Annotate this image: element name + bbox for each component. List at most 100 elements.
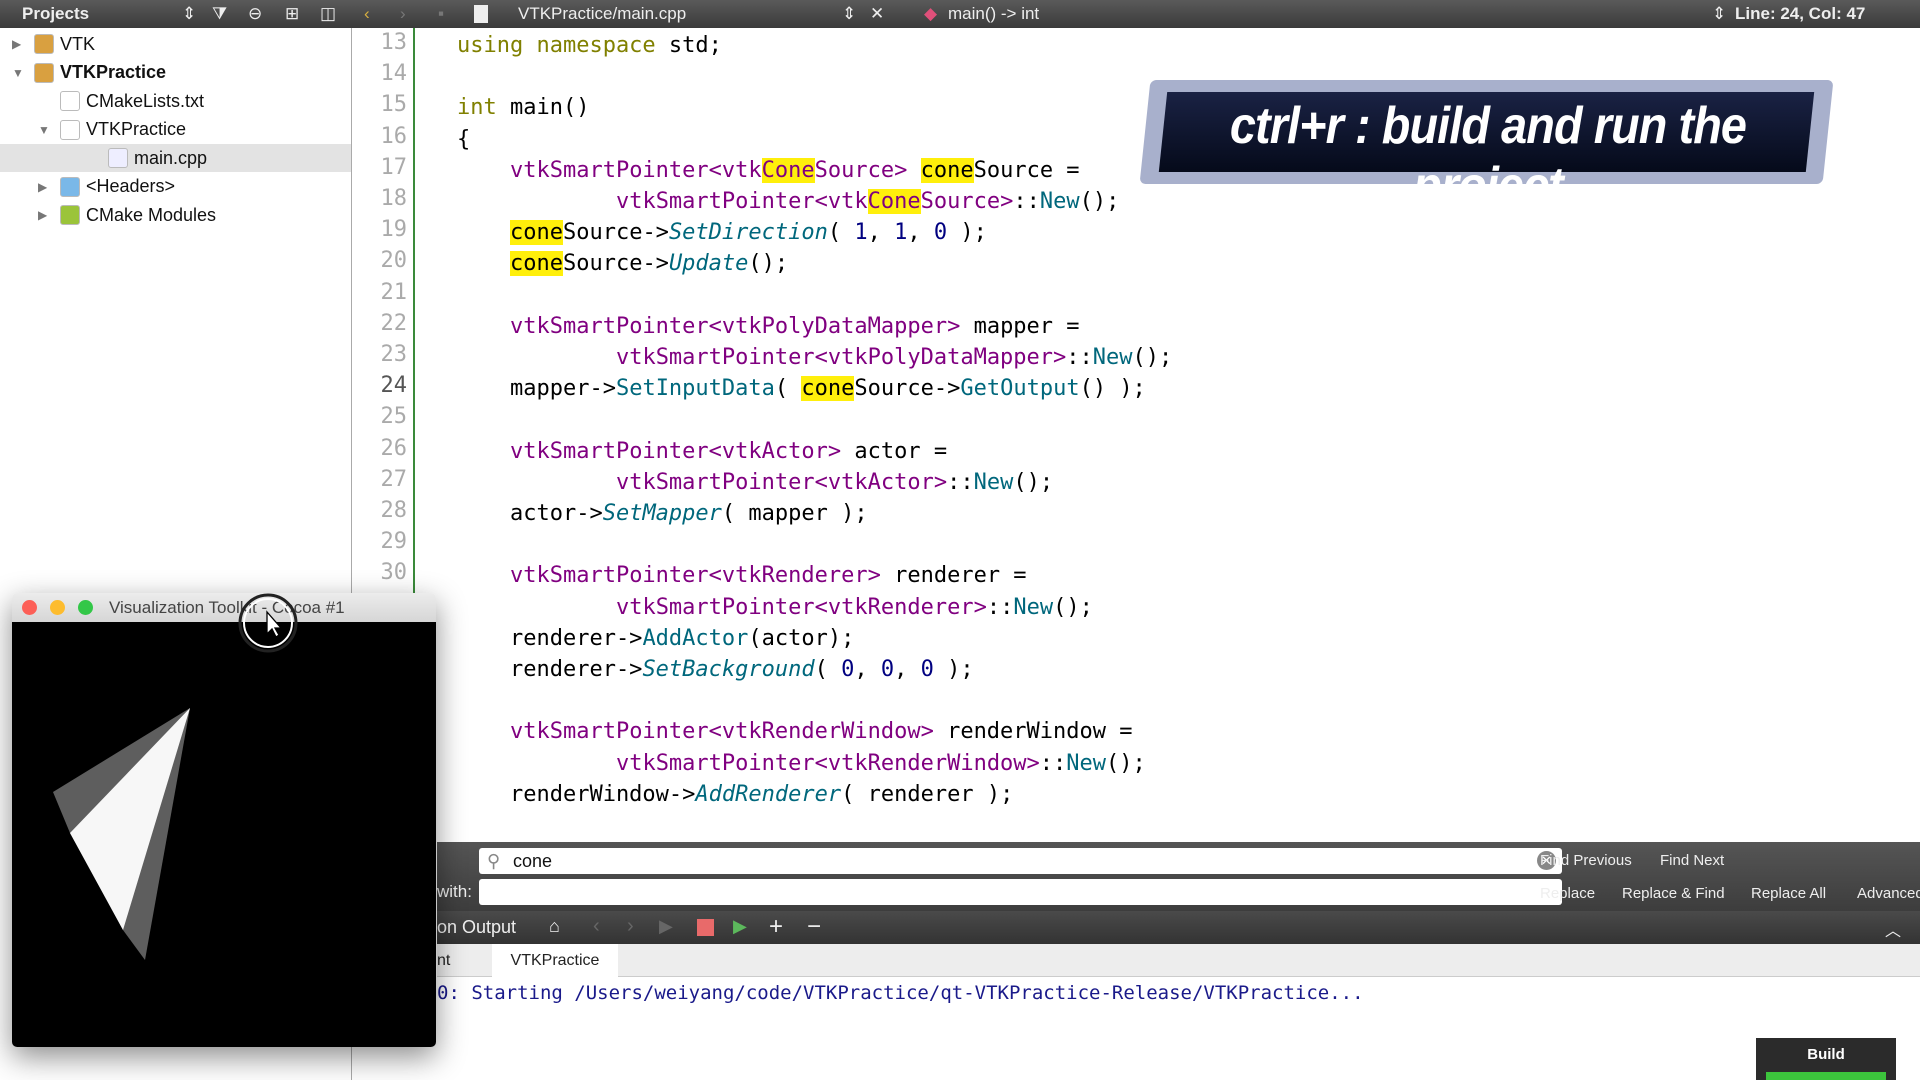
tree-item[interactable]: ▼ VTKPractice [38,116,186,144]
sort-arrows-icon[interactable]: ⇕ [182,4,196,24]
code-token: Update [668,251,749,277]
replace-button[interactable]: Replace [1540,885,1595,902]
close-sidebar-icon[interactable]: ◫ [320,4,336,24]
build-label: Build [1807,1046,1845,1063]
filter-icon[interactable]: ⧩ [212,4,227,24]
search-match: cone [801,376,855,402]
collapse-icon[interactable]: ︿ [1885,917,1901,941]
split-add-icon[interactable]: ⊞ [285,4,299,24]
tab-other[interactable]: nt [437,944,492,977]
collapsed-arrow-icon[interactable]: ▶ [38,208,60,222]
code-line[interactable]: coneSource->Update(); [457,248,788,279]
find-previous-button[interactable]: Find Previous [1540,852,1632,869]
code-token: SetBackground [642,657,815,682]
code-token: :: [1013,189,1040,214]
code-token: (); [748,251,789,277]
search-match: Cone [761,157,815,183]
code-line[interactable]: vtkSmartPointer<vtkRenderer>::New(); [457,592,1093,623]
code-line[interactable]: int main() [457,92,589,123]
advanced-button[interactable]: Advanced [1857,885,1920,902]
code-token: GetOutput [960,376,1080,402]
tree-item[interactable]: ▶ CMake Modules [38,201,216,229]
run-icon[interactable]: ▶ [659,916,673,937]
code-token: vtkSmartPointer<vtkPolyDataMapper> [615,345,1067,370]
code-token: Source-> [562,251,669,277]
minimize-window-button[interactable] [50,600,65,615]
code-line[interactable]: vtkSmartPointer<vtkRenderWindow> renderW… [457,716,1133,747]
output-text: 0: Starting /Users/weiyang/code/VTKPract… [437,982,1364,1004]
code-line[interactable]: vtkSmartPointer<vtkPolyDataMapper>::New(… [457,342,1172,373]
code-token: ( mapper ); [721,501,868,526]
expanded-arrow-icon[interactable]: ▼ [38,123,60,137]
vtk-window-titlebar[interactable]: Visualization Toolkit - Cocoa #1 [12,593,436,622]
code-token: std [668,33,709,58]
vtk-render-window[interactable]: Visualization Toolkit - Cocoa #1 [12,593,436,1047]
code-token: mapper = [960,313,1080,339]
link-icon[interactable]: ⊖ [248,4,262,24]
code-token: 0 [933,220,948,246]
replace-all-button[interactable]: Replace All [1751,885,1826,902]
code-line[interactable]: vtkSmartPointer<vtkRenderer> renderer = [457,560,1027,591]
code-token: :: [1039,750,1067,776]
tree-item[interactable]: ▼ VTKPractice [12,59,166,87]
collapsed-arrow-icon[interactable]: ▶ [12,37,34,51]
replace-input[interactable] [479,879,1562,905]
debug-run-icon[interactable]: ▶ [733,916,747,937]
code-token: vtkSmartPointer<vtk [615,189,868,214]
code-line[interactable]: vtkSmartPointer<vtkActor> actor = [457,436,947,467]
stop-icon[interactable] [697,919,714,936]
line-number: 27 [380,466,408,492]
collapsed-arrow-icon[interactable]: ▶ [38,180,60,194]
code-line[interactable]: renderer->SetBackground( 0, 0, 0 ); [457,654,974,685]
forward-icon[interactable]: › [400,4,406,24]
code-line[interactable]: mapper->SetInputData( coneSource->GetOut… [457,373,1146,404]
code-line[interactable]: renderWindow->AddRenderer( renderer ); [457,779,1013,810]
tree-item[interactable]: ▶ <Headers> [38,173,175,201]
code-line[interactable]: coneSource->SetDirection( 1, 1, 0 ); [457,217,987,248]
code-line[interactable]: vtkSmartPointer<vtkPolyDataMapper> mappe… [457,311,1080,342]
file-path[interactable]: VTKPractice/main.cpp [518,4,686,24]
build-button[interactable]: Build [1756,1038,1896,1080]
tree-item[interactable]: CMakeLists.txt [38,87,204,115]
prev-icon[interactable]: ‹ [593,915,600,938]
line-number: 14 [380,61,408,87]
search-input[interactable]: ⚲ cone ✕ [479,848,1562,874]
tab-vtkpractice[interactable]: VTKPractice [492,944,618,977]
code-line[interactable]: vtkSmartPointer<vtkConeSource> coneSourc… [457,155,1080,186]
code-line[interactable]: { [457,124,470,155]
code-token: renderer-> [457,657,643,682]
tree-item-label: VTKPractice [86,119,187,139]
code-line[interactable]: vtkSmartPointer<vtkActor>::New(); [457,467,1053,498]
code-line[interactable]: vtkSmartPointer<vtkConeSource>::New(); [457,186,1119,217]
expanded-arrow-icon[interactable]: ▼ [12,66,34,80]
code-token: AddRenderer [695,781,842,807]
zoom-out-icon[interactable]: − [807,913,821,941]
back-icon[interactable]: ‹ [364,4,370,24]
code-line[interactable]: using namespace std; [457,30,722,61]
tree-item[interactable]: ▶ VTK [12,30,95,58]
next-icon[interactable]: › [627,915,634,938]
zoom-in-icon[interactable]: + [769,913,783,941]
line-number: 17 [380,154,408,180]
code-token: Source-> [562,220,669,246]
maximize-window-button[interactable] [78,600,93,615]
code-line[interactable]: actor->SetMapper( mapper ); [457,498,868,529]
find-next-button[interactable]: Find Next [1660,852,1724,869]
tree-item[interactable]: main.cpp [0,144,351,172]
code-line[interactable]: vtkSmartPointer<vtkRenderWindow>::New(); [457,748,1146,779]
clean-icon[interactable]: ⌂ [549,916,560,937]
code-token: (); [1013,469,1054,495]
render-canvas[interactable] [12,622,436,1047]
file-switch-icon[interactable]: ⇕ [842,4,856,24]
code-line[interactable]: renderer->AddActor(actor); [457,623,854,654]
code-token: Source = [973,157,1080,183]
close-file-icon[interactable]: ✕ [870,4,884,24]
function-selector[interactable]: main() -> int [948,4,1039,24]
close-window-button[interactable] [22,600,37,615]
replace-and-find-button[interactable]: Replace & Find [1622,885,1725,902]
lock-icon: ▪ [438,4,445,23]
